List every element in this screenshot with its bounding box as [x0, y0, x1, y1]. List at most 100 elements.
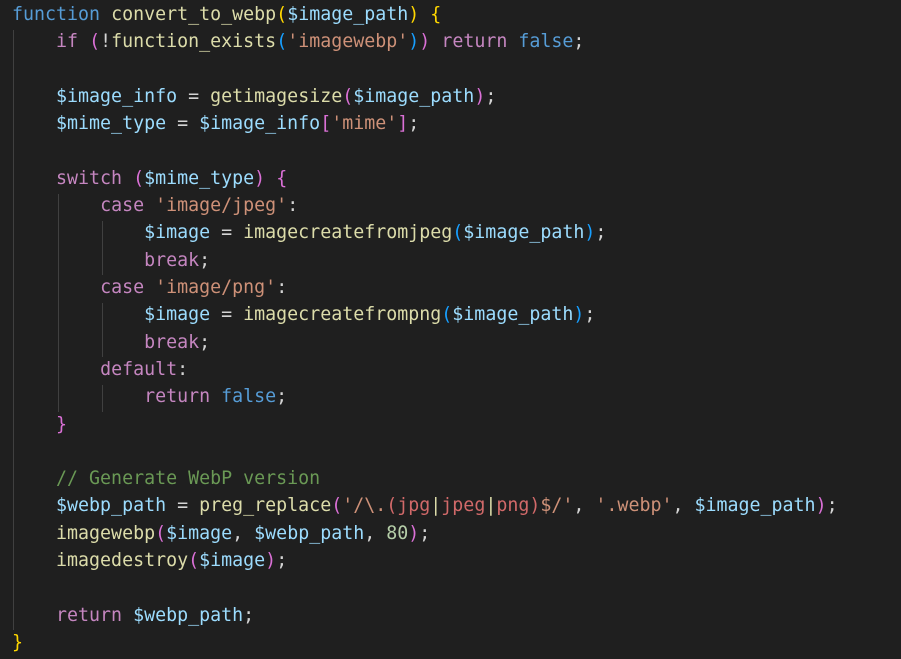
code-token: return [441, 31, 508, 53]
code-token: function [12, 4, 101, 25]
code-token: ( [331, 495, 343, 517]
code-token: 'imagewebp' [287, 31, 409, 53]
code-token: ( [452, 222, 464, 244]
code-line[interactable]: switch ($mime_type) { [12, 165, 287, 192]
code-line[interactable]: $webp_path = preg_replace('/\.(jpg|jpeg|… [12, 492, 838, 519]
code-token: return [144, 386, 211, 408]
code-token: = [166, 495, 200, 517]
code-token: switch [56, 167, 123, 189]
code-token: imagedestroy [56, 550, 189, 571]
code-token: $image_info [199, 113, 321, 135]
code-token: ) [573, 304, 585, 326]
code-line[interactable]: imagedestroy($image); [12, 547, 287, 574]
code-line[interactable]: return false; [12, 383, 287, 410]
code-token: [ [320, 113, 332, 135]
code-token: ; [276, 550, 288, 571]
code-token: ; [276, 386, 288, 408]
code-line[interactable]: $image = imagecreatefrompng($image_path)… [12, 301, 595, 328]
code-token: $image [199, 550, 266, 571]
code-token: return [56, 604, 123, 626]
code-token: ) [408, 31, 420, 53]
code-token: ) [584, 222, 596, 244]
code-token: default [100, 358, 178, 380]
code-line[interactable]: if (!function_exists('imagewebp')) retur… [12, 28, 584, 55]
code-line[interactable]: function convert_to_webp($image_path) { [12, 1, 441, 28]
code-line[interactable]: break; [12, 329, 210, 356]
code-token: } [56, 413, 68, 435]
code-token: 80 [386, 522, 409, 544]
code-token: jpeg [441, 495, 486, 517]
code-token: ( [89, 31, 101, 53]
code-token: = [210, 304, 244, 326]
code-line[interactable]: $mime_type = $image_info['mime']; [12, 110, 419, 137]
code-token: 'mime' [331, 113, 398, 135]
code-token: $image [144, 304, 211, 326]
code-line[interactable]: $image_info = getimagesize($image_path); [12, 83, 496, 110]
code-line[interactable]: break; [12, 247, 210, 274]
code-token: ) [815, 495, 827, 517]
code-token: imagewebp [56, 522, 156, 544]
code-token: png) [496, 495, 541, 517]
code-token: { [430, 4, 442, 25]
code-token: ) [419, 31, 431, 53]
code-line[interactable]: case 'image/jpeg': [12, 192, 298, 219]
code-token: | [430, 495, 442, 517]
code-token: $image [144, 222, 211, 244]
code-token: ) [408, 4, 420, 25]
code-token: $mime_type [56, 113, 167, 135]
code-line[interactable]: // Generate WebP version [12, 465, 320, 492]
code-token: ) [474, 85, 486, 107]
code-token: ( [155, 522, 167, 544]
code-line[interactable]: case 'image/png': [12, 274, 287, 301]
code-token: if [56, 31, 79, 53]
code-token: ( [276, 31, 288, 53]
code-token: ; [243, 604, 255, 626]
code-editor[interactable]: function convert_to_webp($image_path) { … [0, 0, 901, 659]
code-token: ( [133, 167, 145, 189]
code-token: : [276, 277, 288, 298]
code-line[interactable]: } [12, 629, 23, 656]
code-token: ; [584, 304, 596, 326]
code-token: $webp_path [56, 495, 167, 517]
code-line[interactable]: return $webp_path; [12, 602, 254, 629]
code-token: , [364, 522, 387, 544]
code-token: { [276, 167, 288, 189]
code-token: ( [188, 550, 200, 571]
code-token: $/' [540, 495, 574, 517]
code-token: ; [573, 31, 585, 53]
code-token: | [485, 495, 497, 517]
code-token: ; [199, 331, 211, 353]
code-line[interactable]: imagewebp($image, $webp_path, 80); [12, 520, 430, 547]
code-token: $webp_path [254, 522, 365, 544]
code-line[interactable]: default: [12, 356, 188, 383]
code-line[interactable]: } [12, 411, 67, 438]
code-token: ( [342, 85, 354, 107]
code-token: // Generate WebP version [56, 468, 321, 490]
code-token: ) [408, 522, 420, 544]
code-token: ) [254, 167, 266, 189]
code-token: getimagesize [210, 85, 343, 107]
code-token: } [12, 631, 24, 653]
code-token: convert_to_webp [111, 4, 277, 25]
code-line[interactable]: $image = imagecreatefromjpeg($image_path… [12, 219, 606, 246]
